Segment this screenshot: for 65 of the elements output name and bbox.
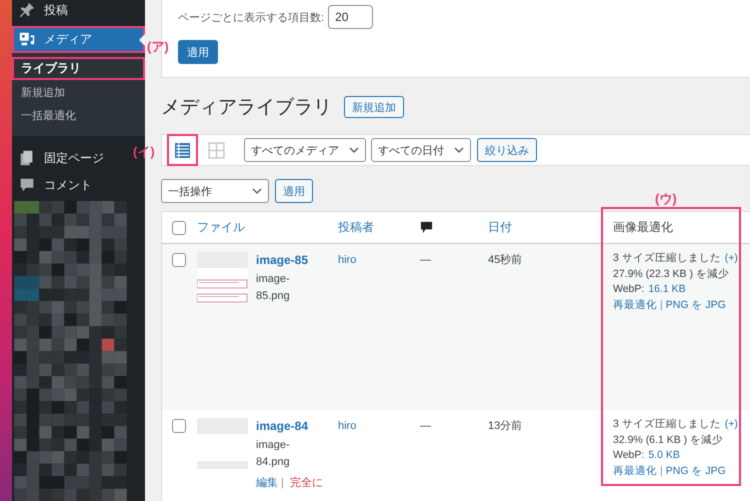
- select-all-checkbox[interactable]: [172, 220, 186, 234]
- author-link[interactable]: hiro: [338, 254, 356, 266]
- file-title-link[interactable]: image-85: [256, 251, 316, 269]
- apply-button[interactable]: 適用: [275, 179, 313, 203]
- column-header: 画像最適化: [613, 219, 673, 236]
- upload-date: 45秒前: [488, 254, 522, 266]
- page-title: メディアライブラリ: [161, 96, 332, 120]
- filter-button[interactable]: 絞り込み: [477, 138, 537, 162]
- sidebar-item[interactable]: コメント: [12, 172, 98, 199]
- webp-label: WebP:: [613, 449, 644, 461]
- row-checkbox[interactable]: [172, 419, 186, 433]
- grid-icon: [208, 142, 225, 158]
- comment-count: —: [420, 420, 431, 432]
- edit-link[interactable]: 編集: [256, 477, 278, 489]
- separator: |: [660, 464, 663, 476]
- comment-count: —: [420, 254, 431, 266]
- caret-icon: [252, 188, 262, 194]
- separator: |: [660, 298, 663, 310]
- webp-size-link[interactable]: 5.0 KB: [648, 449, 680, 461]
- upload-date: 13分前: [488, 420, 522, 432]
- pin-icon: [18, 1, 36, 20]
- compression-summary: 3 サイズ圧縮しました: [613, 252, 721, 264]
- convert-link[interactable]: PNG を JPG: [666, 298, 726, 310]
- file-title-link[interactable]: image-84: [256, 417, 316, 435]
- delete-link[interactable]: 完全に: [290, 477, 323, 489]
- separator: |: [281, 477, 284, 489]
- author-link[interactable]: hiro: [338, 420, 356, 432]
- add-new-button[interactable]: 新規追加: [344, 96, 404, 118]
- annotation-label: (ウ): [655, 190, 677, 208]
- media-icon: [18, 30, 36, 48]
- apply-button[interactable]: 適用: [178, 40, 218, 64]
- comment-icon[interactable]: [420, 221, 433, 234]
- per-page-label: ページごとに表示する項目数:: [178, 10, 324, 24]
- file-name: image-84.png: [256, 438, 291, 470]
- column-header[interactable]: 日付: [488, 219, 512, 236]
- per-page-field[interactable]: 20: [328, 5, 374, 29]
- column-header[interactable]: 投稿者: [338, 219, 374, 236]
- caret-icon: [454, 147, 464, 153]
- details-link[interactable]: (+): [724, 252, 738, 264]
- reoptimize-link[interactable]: 再最適化: [613, 298, 657, 310]
- details-link[interactable]: (+): [724, 418, 738, 430]
- sidebar-item[interactable]: 固定ページ: [12, 144, 110, 172]
- compression-summary: 3 サイズ圧縮しました: [613, 418, 721, 430]
- webp-label: WebP:: [613, 283, 644, 295]
- bulk-action-select[interactable]: 一括操作: [161, 179, 269, 203]
- submenu-item[interactable]: ライブラリ: [12, 56, 145, 80]
- sidebar-item[interactable]: メディア: [12, 26, 145, 53]
- media-type-select[interactable]: すべてのメディア: [244, 138, 366, 162]
- webp-size-link[interactable]: 16.1 KB: [648, 283, 686, 295]
- current-pointer: [139, 34, 145, 46]
- convert-link[interactable]: PNG を JPG: [666, 464, 726, 476]
- reoptimize-link[interactable]: 再最適化: [613, 464, 657, 476]
- list-view-button[interactable]: [168, 135, 197, 165]
- list-icon: [174, 142, 191, 158]
- reduction-text: 27.9% (22.3 KB ) を減少: [613, 268, 729, 280]
- submenu-item[interactable]: 一括最適化: [12, 104, 145, 128]
- sidebar-item[interactable]: 投稿: [12, 0, 74, 24]
- annotation-label: (ア): [147, 38, 169, 56]
- caret-icon: [349, 147, 359, 153]
- column-header[interactable]: ファイル: [197, 219, 245, 236]
- row-checkbox[interactable]: [172, 253, 186, 267]
- submenu-item[interactable]: 新規追加: [12, 82, 145, 105]
- file-name: image-85.png: [256, 272, 291, 304]
- reduction-text: 32.9% (6.1 KB ) を減少: [613, 434, 724, 446]
- date-select[interactable]: すべての日付: [371, 138, 471, 162]
